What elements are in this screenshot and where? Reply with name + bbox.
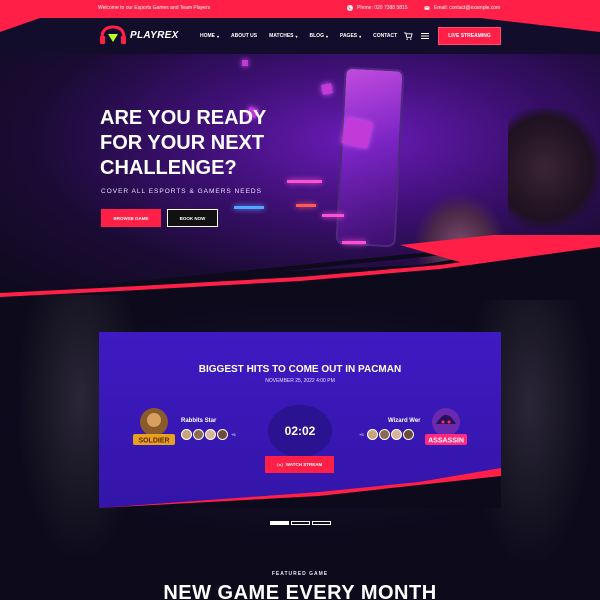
nav-item-contact[interactable]: CONTACT	[373, 33, 397, 39]
nav-item-matches[interactable]: MATCHES ▾	[269, 33, 297, 39]
player-avatar[interactable]	[390, 429, 402, 440]
player-avatar[interactable]	[402, 429, 414, 440]
phone-contact[interactable]: Phone: 020 7388 5815	[347, 5, 408, 11]
email-icon	[424, 6, 430, 10]
slider-pagination	[270, 521, 331, 525]
nav-label: PAGES	[339, 33, 358, 39]
email-text: Email: contact@example.com	[434, 5, 501, 11]
nav-item-pages[interactable]: PAGES ▾	[340, 33, 361, 39]
player-avatar[interactable]	[181, 429, 192, 440]
assassin-team-logo: ASSASSIN	[425, 408, 467, 445]
watch-stream-label: WATCH STREAM	[285, 462, 323, 467]
slider-dot[interactable]	[270, 521, 289, 525]
player-avatar[interactable]	[366, 429, 378, 440]
slider-dot[interactable]	[312, 521, 331, 525]
hamburger-menu-icon[interactable]	[421, 33, 429, 39]
hero-title: ARE YOU READY FOR YOUR NEXT CHALLENGE?	[100, 107, 266, 179]
nav-label: HOME	[200, 33, 215, 39]
top-bar: Welcome to our Esports Games and Team Pl…	[0, 0, 600, 18]
cart-icon[interactable]	[404, 32, 413, 40]
slider-dot[interactable]	[291, 521, 310, 525]
nav-item-home[interactable]: HOME ▾	[200, 33, 219, 39]
featured-label: FEATURED GAME	[271, 571, 329, 577]
extra-players-count: +5	[359, 432, 364, 437]
right-team-name: Wizard Wer	[388, 418, 421, 424]
email-contact[interactable]: Email: contact@example.com	[424, 5, 500, 11]
neon-bar	[234, 206, 264, 209]
nav-label: CONTACT	[373, 33, 398, 39]
left-team-players: +5	[181, 429, 236, 440]
assassin-logo-text: ASSASSIN	[428, 438, 464, 445]
broadcast-icon	[276, 462, 283, 467]
left-team-name: Rabbits Star	[181, 418, 217, 424]
countdown-timer: 02:02	[284, 424, 316, 438]
phone-icon	[347, 5, 353, 11]
nav-item-blog[interactable]: BLOG ▾	[310, 33, 328, 39]
nav-label: BLOG	[309, 33, 324, 39]
headset-logo-icon	[100, 25, 126, 44]
site-logo[interactable]: PLAYREX	[98, 24, 179, 46]
neon-bar	[296, 204, 316, 207]
phone-illustration	[335, 66, 405, 248]
nav-item-about[interactable]: ABOUT US	[231, 33, 257, 39]
section-title: NEW GAME EVERY MONTH	[163, 582, 437, 600]
brand-name: PLAYREX	[130, 29, 179, 41]
chevron-down-icon: ▾	[217, 33, 220, 39]
header-accent-left	[0, 18, 40, 32]
book-now-button[interactable]: BOOK NOW	[167, 209, 218, 227]
soldier-logo-text: SOLDIER	[138, 438, 169, 445]
player-avatar[interactable]	[193, 429, 204, 440]
glowing-cube	[341, 117, 373, 149]
live-streaming-button[interactable]: LIVE STREAMING	[438, 27, 501, 45]
nav-label: MATCHES	[269, 33, 294, 39]
soldier-team-logo: SOLDIER	[133, 408, 175, 445]
watch-stream-button[interactable]: WATCH STREAM	[265, 456, 334, 473]
main-nav: HOME ▾ ABOUT US MATCHES ▾ BLOG ▾ PAGES ▾ CON…	[200, 33, 397, 39]
player-avatar[interactable]	[205, 429, 216, 440]
nav-label: ABOUT US	[231, 33, 258, 39]
browse-game-button[interactable]: BROWSE GAME	[101, 209, 161, 227]
chevron-down-icon: ▾	[295, 33, 298, 39]
floating-cube	[242, 60, 248, 66]
hero-subtitle: COVER ALL ESPORTS & GAMERS NEEDS	[101, 188, 262, 195]
phone-text: Phone: 020 7388 5815	[357, 5, 408, 11]
neon-bar	[322, 214, 344, 217]
right-team-players: +5	[357, 429, 414, 440]
player-avatar[interactable]	[217, 429, 228, 440]
extra-players-count: +5	[231, 432, 236, 437]
match-title: BIGGEST HITS TO COME OUT IN PACMAN	[198, 364, 402, 375]
gamer-figure	[508, 108, 600, 228]
welcome-text: Welcome to our Esports Games and Team Pl…	[98, 5, 211, 11]
chevron-down-icon: ▾	[359, 33, 362, 39]
match-date: NOVEMBER 25, 2022 4:00 PM	[265, 378, 335, 384]
hero-accent-wave	[0, 235, 600, 300]
chevron-down-icon: ▾	[325, 33, 328, 39]
player-avatar[interactable]	[378, 429, 390, 440]
floating-cube	[321, 83, 333, 95]
